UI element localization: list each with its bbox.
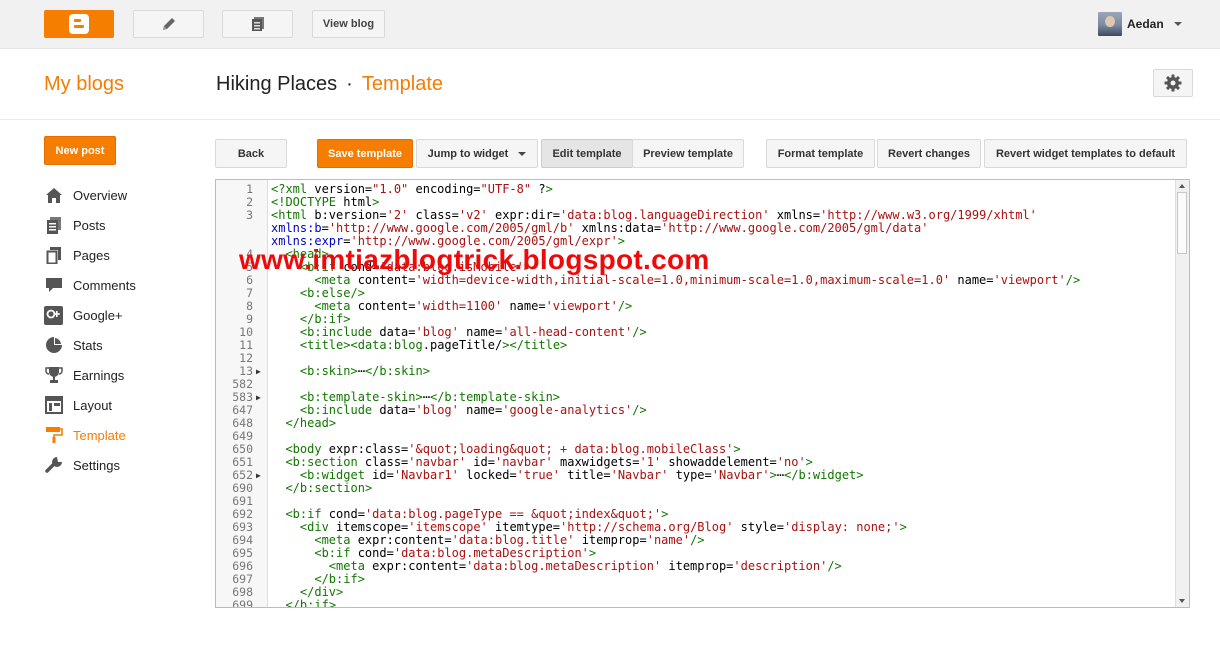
paint-roller-icon (44, 426, 63, 445)
revert-changes-button[interactable]: Revert changes (877, 139, 981, 168)
google-plus-icon (44, 305, 63, 325)
line-number: 3 (246, 208, 253, 222)
sidebar-item-comments[interactable]: Comments (44, 270, 136, 300)
trophy-icon (44, 366, 63, 385)
sidebar-item-label: Earnings (73, 367, 125, 383)
avatar (1098, 12, 1122, 36)
save-template-button[interactable]: Save template (317, 139, 413, 168)
wrench-icon (44, 456, 63, 475)
account-menu[interactable]: Aedan (1098, 12, 1182, 36)
breadcrumb-separator: · (346, 73, 353, 95)
sidebar-item-settings[interactable]: Settings (44, 450, 136, 480)
pages-icon (44, 246, 63, 265)
code-text: <b:skin>⋯</b:skin> (299, 364, 430, 378)
sidebar-item-label: Posts (73, 217, 106, 233)
sidebar-item-label: Overview (73, 187, 128, 203)
revert-widget-templates-button[interactable]: Revert widget templates to default (984, 139, 1187, 168)
line-number: 699 (232, 598, 253, 608)
watermark-text: www.imtiazblogtrick.blogspot.com (239, 244, 710, 275)
sidebar-item-label: Layout (73, 397, 113, 413)
scrollbar-thumb[interactable] (1177, 192, 1187, 254)
home-icon (44, 186, 63, 205)
sidebar-item-label: Settings (73, 457, 120, 473)
posts-list-icon (251, 17, 264, 31)
blogger-logo-icon (69, 14, 89, 34)
new-post-button[interactable]: New post (44, 136, 116, 165)
sidebar-item-template[interactable]: Template (44, 420, 136, 450)
pencil-icon (162, 18, 175, 30)
layout-icon (44, 396, 63, 415)
sidebar-item-layout[interactable]: Layout (44, 390, 136, 420)
sidebar-item-pages[interactable]: Pages (44, 240, 136, 270)
preview-template-button[interactable]: Preview template (632, 139, 744, 168)
sidebar-item-label: Google+ (73, 307, 123, 323)
settings-button[interactable] (1153, 69, 1193, 97)
sidebar-nav: Overview Posts Pages Comments Google+ St… (44, 180, 136, 480)
comment-icon (44, 276, 63, 295)
format-template-button[interactable]: Format template (766, 139, 875, 168)
page-title: Template (361, 73, 443, 95)
code-text: <title><data:blog.pageTitle/></title> (299, 338, 568, 352)
edit-template-button[interactable]: Edit template (541, 139, 633, 168)
sidebar-item-label: Stats (73, 337, 103, 353)
gear-icon (1164, 74, 1182, 92)
sidebar-item-label: Template (73, 427, 126, 443)
sidebar-item-stats[interactable]: Stats (44, 330, 136, 360)
vertical-scrollbar[interactable] (1175, 180, 1189, 607)
chevron-down-icon (518, 151, 527, 156)
code-text: </head> (285, 416, 337, 430)
fold-arrow-icon[interactable]: ▶ (256, 391, 261, 404)
sidebar-item-posts[interactable]: Posts (44, 210, 136, 240)
jump-to-widget-dropdown[interactable]: Jump to widget (416, 139, 538, 168)
top-bar: View blog Aedan (0, 0, 1220, 49)
my-blogs-link[interactable]: My blogs (44, 73, 124, 96)
blog-name[interactable]: Hiking Places (216, 73, 337, 95)
code-text: </b:section> (285, 481, 373, 495)
sidebar-item-overview[interactable]: Overview (44, 180, 136, 210)
scroll-down-icon[interactable] (1179, 599, 1185, 603)
blogger-home-button[interactable] (44, 10, 114, 38)
sidebar-item-label: Comments (73, 277, 136, 293)
new-post-pen-button[interactable] (133, 10, 204, 38)
posts-list-button[interactable] (222, 10, 293, 38)
code-text: </b:if> (285, 598, 337, 608)
view-blog-button[interactable]: View blog (312, 10, 385, 38)
chevron-down-icon (1173, 22, 1182, 26)
back-button[interactable]: Back (215, 139, 287, 168)
breadcrumb: Hiking Places · Template (216, 73, 443, 96)
fold-arrow-icon[interactable]: ▶ (256, 469, 261, 482)
sidebar-item-label: Pages (73, 247, 110, 263)
scroll-up-icon[interactable] (1179, 184, 1185, 188)
sidebar-item-earnings[interactable]: Earnings (44, 360, 136, 390)
posts-icon (44, 216, 63, 235)
sidebar-item-google-plus[interactable]: Google+ (44, 300, 136, 330)
jump-to-widget-label: Jump to widget (427, 147, 509, 160)
fold-arrow-icon[interactable]: ▶ (256, 365, 261, 378)
pie-chart-icon (44, 336, 63, 355)
user-name: Aedan (1127, 17, 1164, 31)
page-header: My blogs Hiking Places · Template (0, 49, 1220, 120)
